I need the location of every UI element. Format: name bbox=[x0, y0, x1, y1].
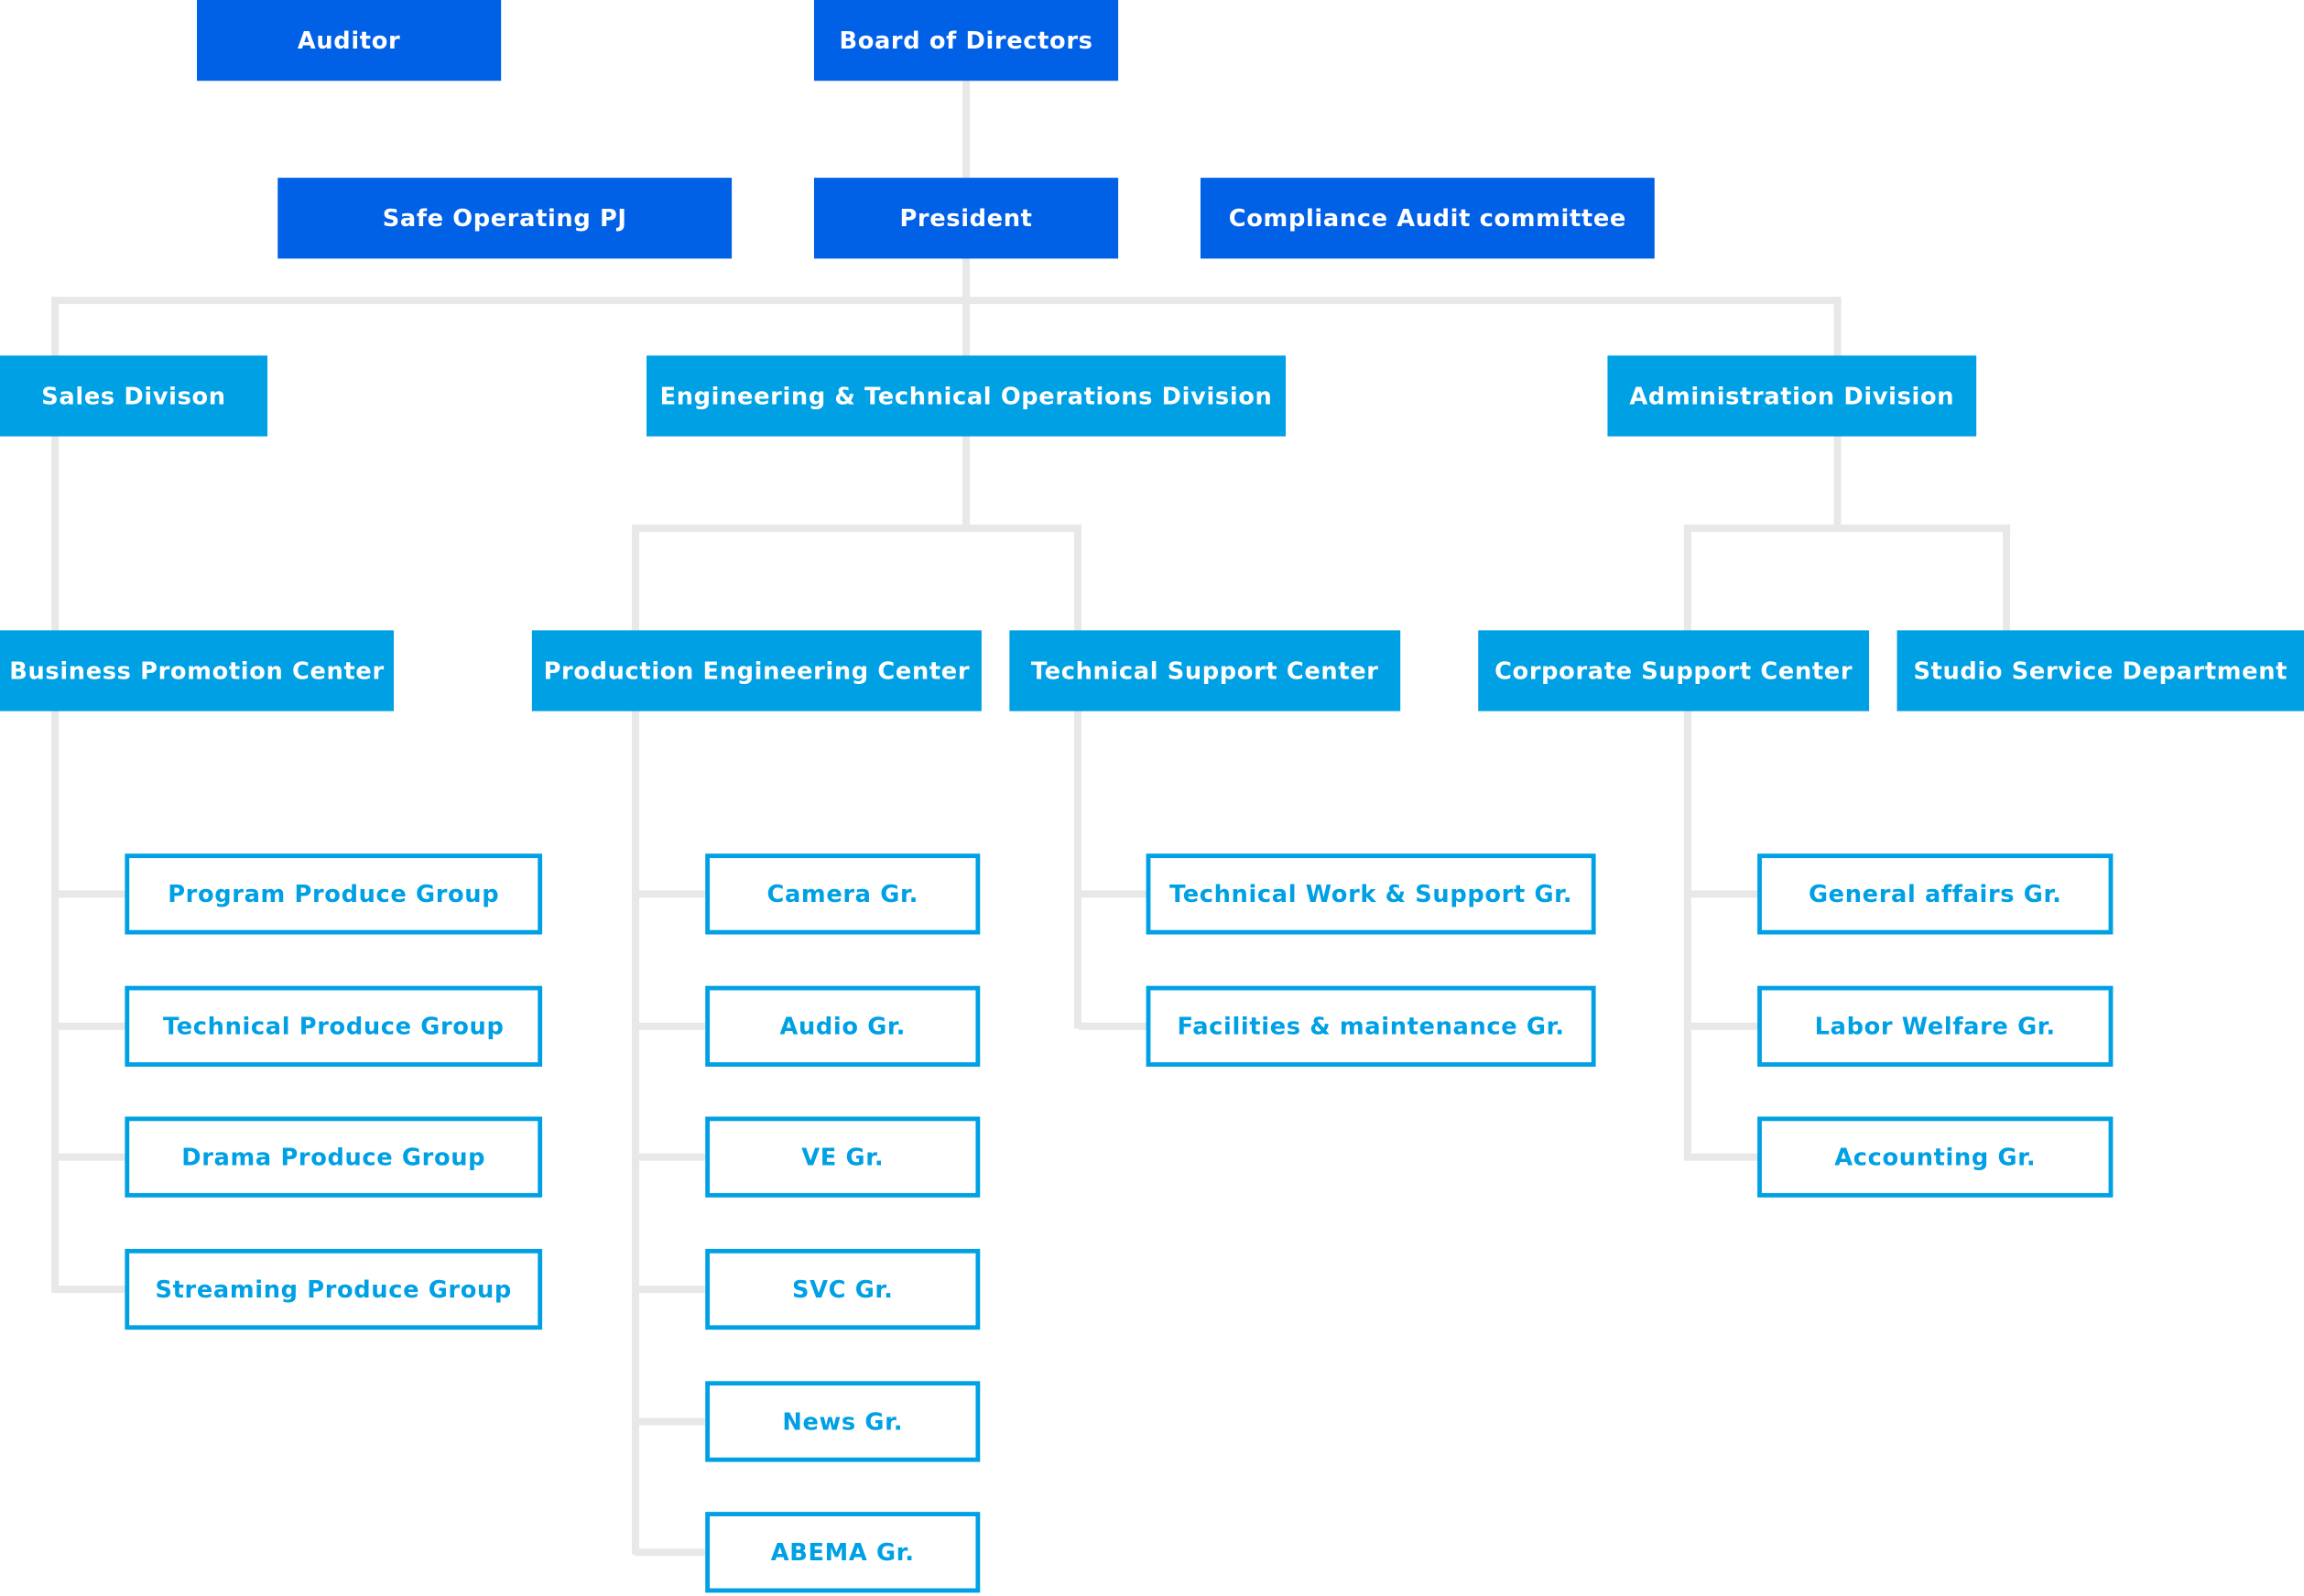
connector bbox=[635, 890, 706, 898]
connector bbox=[54, 1286, 125, 1294]
connector bbox=[2003, 524, 2011, 631]
group-box: Labor Welfare Gr. bbox=[1757, 985, 2114, 1067]
connector bbox=[1078, 1022, 1147, 1030]
connector bbox=[962, 436, 971, 531]
group-box: SVC Gr. bbox=[705, 1248, 981, 1330]
group-box: Technical Work & Support Gr. bbox=[1146, 853, 1596, 935]
sales-division-box: Sales Divison bbox=[0, 355, 268, 437]
group-box: Audio Gr. bbox=[705, 985, 981, 1067]
group-box: VE Gr. bbox=[705, 1116, 981, 1198]
group-box: Program Produce Group bbox=[125, 853, 543, 935]
board-of-directors-box: Board of Directors bbox=[813, 0, 1119, 81]
administration-division-box: Administration Division bbox=[1607, 355, 1977, 437]
connector bbox=[1073, 524, 1081, 1029]
group-box: Streaming Produce Group bbox=[125, 1248, 543, 1330]
connector bbox=[635, 1417, 706, 1426]
engineering-division-box: Engineering & Technical Operations Divis… bbox=[647, 355, 1287, 437]
org-chart: Auditor Board of Directors Safe Operatin… bbox=[0, 0, 2304, 1596]
connector bbox=[1687, 890, 1758, 898]
group-box: Accounting Gr. bbox=[1757, 1116, 2114, 1198]
safe-operating-pj-box: Safe Operating PJ bbox=[277, 178, 733, 259]
connector bbox=[1687, 1153, 1758, 1161]
business-promotion-center-box: Business Promotion Center bbox=[0, 630, 395, 711]
group-box: News Gr. bbox=[705, 1381, 981, 1462]
connector bbox=[635, 1022, 706, 1030]
president-box: President bbox=[813, 178, 1119, 259]
group-box: Camera Gr. bbox=[705, 853, 981, 935]
group-box: General affairs Gr. bbox=[1757, 853, 2114, 935]
studio-service-department-box: Studio Service Department bbox=[1896, 630, 2304, 711]
connector bbox=[635, 1153, 706, 1161]
connector bbox=[1683, 524, 2011, 532]
connector bbox=[51, 297, 1842, 305]
connector bbox=[54, 1153, 125, 1161]
production-engineering-center-box: Production Engineering Center bbox=[531, 630, 982, 711]
group-box: Technical Produce Group bbox=[125, 985, 543, 1067]
connector bbox=[635, 1548, 706, 1557]
group-box: ABEMA Gr. bbox=[705, 1512, 981, 1593]
group-box: Drama Produce Group bbox=[125, 1116, 543, 1198]
connector bbox=[1683, 524, 1691, 1161]
connector bbox=[1078, 890, 1147, 898]
auditor-box: Auditor bbox=[197, 0, 502, 81]
compliance-audit-committee-box: Compliance Audit committee bbox=[1200, 178, 1655, 259]
connector bbox=[1687, 1022, 1758, 1030]
group-box: Facilities & maintenance Gr. bbox=[1146, 985, 1596, 1067]
corporate-support-center-box: Corporate Support Center bbox=[1478, 630, 1870, 711]
connector bbox=[631, 524, 1081, 532]
connector bbox=[54, 890, 125, 898]
connector bbox=[51, 297, 60, 1294]
connector bbox=[635, 1286, 706, 1294]
connector bbox=[54, 1022, 125, 1030]
technical-support-center-box: Technical Support Center bbox=[1009, 630, 1401, 711]
